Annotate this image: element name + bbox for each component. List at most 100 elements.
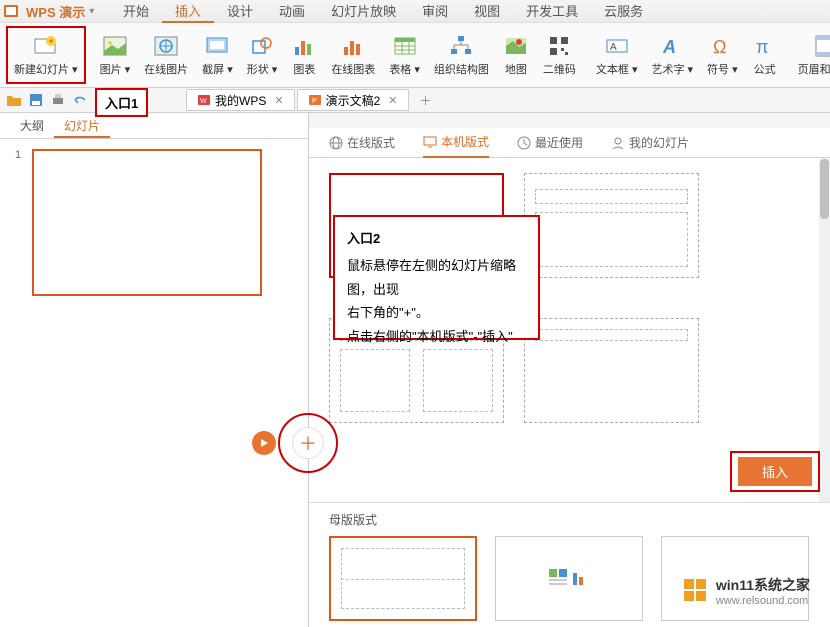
add-slide-button[interactable]: ＋ <box>292 427 324 459</box>
symbol-button[interactable]: Ω 符号 ▾ <box>701 26 744 84</box>
tmpl-tab-recent[interactable]: 最近使用 <box>517 128 583 157</box>
chart-button[interactable]: 图表 <box>285 26 323 84</box>
tooltip-line: 鼠标悬停在左侧的幻灯片缩略图，出现 <box>347 254 526 301</box>
watermark-url: www.relsound.com <box>716 595 810 607</box>
scrollbar-thumb[interactable] <box>820 159 829 219</box>
ribbon-label: 新建幻灯片 ▾ <box>14 61 78 77</box>
watermark-logo-icon <box>682 577 710 605</box>
tmpl-tab-myslides[interactable]: 我的幻灯片 <box>611 128 689 157</box>
presentation-icon: P <box>308 93 322 107</box>
print-icon[interactable] <box>50 92 66 108</box>
header-footer-button[interactable]: 页眉和页脚 <box>792 26 830 84</box>
annotation-entry2: 入口2 鼠标悬停在左侧的幻灯片缩略图，出现 右下角的"+"。 点击右侧的"本机版… <box>333 215 540 340</box>
tab-outline[interactable]: 大纲 <box>10 113 54 138</box>
orgchart-button[interactable]: 组织结构图 <box>428 26 495 84</box>
slide-list: 1 <box>0 139 308 306</box>
insert-button-highlight: 插入 <box>730 451 820 492</box>
svg-text:W: W <box>200 98 207 105</box>
orgchart-icon <box>448 33 474 59</box>
tab-design[interactable]: 设计 <box>214 0 266 23</box>
globe-icon <box>329 136 343 150</box>
online-image-icon <box>153 33 179 59</box>
map-button[interactable]: 地图 <box>497 26 535 84</box>
online-chart-button[interactable]: 在线图表 <box>325 26 381 84</box>
slide-number: 1 <box>15 149 21 161</box>
symbol-icon: Ω <box>709 33 735 59</box>
shape-icon <box>249 33 275 59</box>
screenshot-button[interactable]: 截屏 ▾ <box>196 26 239 84</box>
layout-item[interactable] <box>524 173 699 278</box>
template-tabs: 在线版式 本机版式 最近使用 我的幻灯片 <box>309 128 830 158</box>
master-section: 母版版式 <box>309 502 830 627</box>
online-image-button[interactable]: 在线图片 <box>138 26 194 84</box>
ribbon: 新建幻灯片 ▾ 图片 ▾ 在线图片 截屏 ▾ 形状 ▾ 图表 在线图表 表格 ▾… <box>0 23 830 88</box>
doc-tab-presentation[interactable]: P 演示文稿2 ✕ <box>297 89 409 111</box>
qrcode-button[interactable]: 二维码 <box>537 26 582 84</box>
shape-button[interactable]: 形状 ▾ <box>241 26 284 84</box>
online-chart-icon <box>340 33 366 59</box>
master-item[interactable] <box>329 536 477 621</box>
map-icon <box>503 33 529 59</box>
open-icon[interactable] <box>6 92 22 108</box>
header-footer-icon <box>812 33 830 59</box>
table-icon <box>392 33 418 59</box>
monitor-icon <box>423 135 437 149</box>
tab-slideshow[interactable]: 幻灯片放映 <box>318 0 409 23</box>
workspace: 大纲 幻灯片 1 ＋ 在线版式 本机版式 <box>0 113 830 627</box>
floating-buttons: ＋ <box>252 413 338 473</box>
add-button-highlight: ＋ <box>278 413 338 473</box>
right-panel: 在线版式 本机版式 最近使用 我的幻灯片 <box>309 113 830 627</box>
formula-button[interactable]: π 公式 <box>746 26 784 84</box>
tab-view[interactable]: 视图 <box>461 0 513 23</box>
table-button[interactable]: 表格 ▾ <box>383 26 426 84</box>
close-icon[interactable]: ✕ <box>274 94 283 107</box>
wordart-button[interactable]: A 艺术字 ▾ <box>645 26 699 84</box>
svg-text:A: A <box>610 42 617 53</box>
play-button[interactable] <box>252 431 276 455</box>
layout-item[interactable] <box>524 318 699 423</box>
textbox-button[interactable]: A 文本框 ▾ <box>590 26 644 84</box>
undo-icon[interactable] <box>72 92 88 108</box>
wordart-icon: A <box>659 33 685 59</box>
image-button[interactable]: 图片 ▾ <box>94 26 137 84</box>
left-panel: 大纲 幻灯片 1 ＋ <box>0 113 309 627</box>
tooltip-line: 右下角的"+"。 <box>347 301 526 324</box>
svg-text:Ω: Ω <box>713 37 726 57</box>
formula-icon: π <box>752 33 778 59</box>
new-slide-button[interactable]: 新建幻灯片 ▾ <box>6 26 86 84</box>
image-icon <box>102 33 128 59</box>
clock-icon <box>517 136 531 150</box>
annotation-entry1: 入口1 <box>95 88 148 117</box>
screenshot-icon <box>204 33 230 59</box>
save-icon[interactable] <box>28 92 44 108</box>
tooltip-title: 入口2 <box>347 227 526 250</box>
document-tabs: W 我的WPS ✕ P 演示文稿2 ✕ ＋ <box>186 89 434 111</box>
master-item[interactable] <box>495 536 643 621</box>
play-icon <box>259 438 269 448</box>
new-slide-icon <box>33 33 59 59</box>
wps-icon: W <box>197 93 211 107</box>
tab-start[interactable]: 开始 <box>110 0 162 23</box>
tab-review[interactable]: 审阅 <box>409 0 461 23</box>
left-panel-tabs: 大纲 幻灯片 <box>0 113 308 139</box>
watermark: win11系统之家 www.relsound.com <box>682 575 810 607</box>
svg-text:P: P <box>312 98 317 105</box>
tab-cloud[interactable]: 云服务 <box>591 0 656 23</box>
tab-devtools[interactable]: 开发工具 <box>513 0 591 23</box>
watermark-title: win11系统之家 <box>716 575 810 595</box>
tab-animation[interactable]: 动画 <box>266 0 318 23</box>
tmpl-tab-local[interactable]: 本机版式 <box>423 127 489 158</box>
slide-thumbnail[interactable] <box>32 149 262 296</box>
add-tab-button[interactable]: ＋ <box>417 91 435 109</box>
person-icon <box>611 136 625 150</box>
tab-insert[interactable]: 插入 <box>162 0 214 23</box>
chart-icon <box>291 33 317 59</box>
insert-button[interactable]: 插入 <box>738 457 812 486</box>
scrollbar[interactable] <box>819 158 830 502</box>
svg-text:π: π <box>756 37 768 57</box>
textbox-icon: A <box>604 33 630 59</box>
tmpl-tab-online[interactable]: 在线版式 <box>329 128 395 157</box>
close-icon[interactable]: ✕ <box>388 94 397 107</box>
qrcode-icon <box>546 33 572 59</box>
doc-tab-mywps[interactable]: W 我的WPS ✕ <box>186 89 295 111</box>
